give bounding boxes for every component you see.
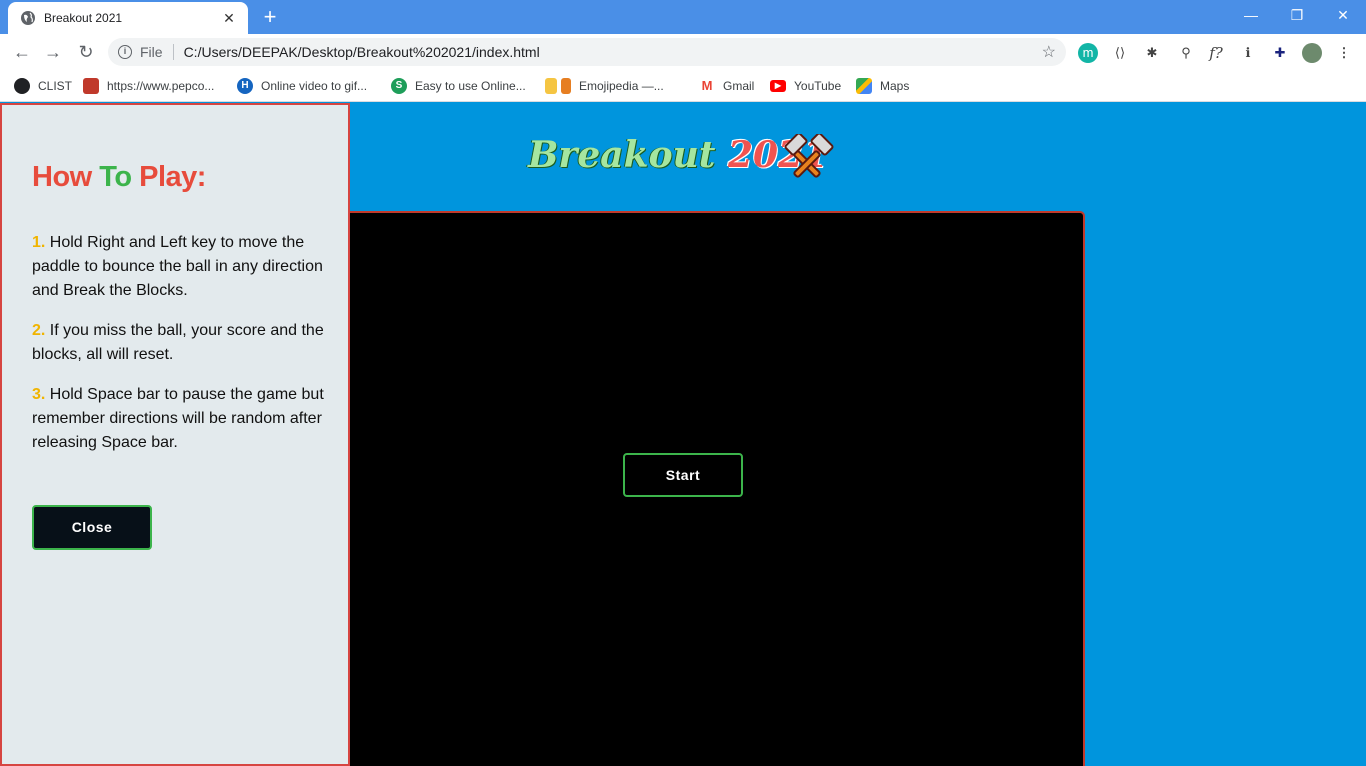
rule-number: 1. (32, 234, 46, 251)
reload-button[interactable]: ↻ (73, 40, 99, 64)
pepco-icon (83, 78, 99, 94)
bookmark-item[interactable]: https://www.pepco... (83, 77, 214, 95)
address-bar[interactable]: i File C:/Users/DEEPAK/Desktop/Breakout%… (108, 38, 1066, 66)
bookmark-item[interactable]: CLIST (14, 77, 72, 95)
extension-code-icon[interactable]: ⟨⟩ (1110, 43, 1130, 63)
profile-avatar[interactable] (1302, 43, 1322, 63)
rule-text: If you miss the ball, your score and the… (32, 322, 324, 363)
rule-item: 1. Hold Right and Left key to move the p… (32, 231, 324, 303)
window-close-button[interactable]: ✕ (1320, 0, 1366, 30)
rules-panel: How To Play: 1. Hold Right and Left key … (0, 103, 350, 766)
tab-close-icon[interactable]: ✕ (220, 10, 238, 27)
extension-eyedropper-icon[interactable]: ⚲ (1176, 43, 1196, 63)
bookmark-star-icon[interactable]: ☆ (1042, 42, 1056, 62)
bookmark-label: Maps (880, 79, 910, 93)
bookmark-item[interactable]: Emojipedia —... (545, 77, 664, 95)
rules-heading-word: How (32, 161, 92, 193)
bookmark-item[interactable]: ▶ YouTube (770, 77, 841, 95)
rule-number: 2. (32, 322, 46, 339)
bookmark-label: CLIST (38, 79, 73, 93)
start-button[interactable]: Start (623, 453, 743, 497)
back-button[interactable]: ← (9, 40, 35, 64)
youtube-icon: ▶ (770, 80, 786, 92)
url-text[interactable]: C:/Users/DEEPAK/Desktop/Breakout%202021/… (184, 44, 1042, 60)
rules-heading-word: To (99, 161, 132, 193)
hammers-icon (784, 134, 834, 178)
bookmark-label: https://www.pepco... (107, 79, 215, 93)
restore-button[interactable]: ❐ (1274, 0, 1320, 30)
bookmark-item[interactable]: H Online video to gif... (237, 77, 367, 95)
bookmarks-bar: CLIST https://www.pepco... H Online vide… (0, 70, 1366, 102)
emoji-icon (545, 78, 557, 94)
minimize-button[interactable]: — (1228, 0, 1274, 30)
menu-kebab-icon[interactable]: ⋮ (1334, 43, 1354, 63)
bookmark-label: Online video to gif... (261, 79, 368, 93)
tab-strip: Breakout 2021 ✕ + — ❐ ✕ (0, 0, 1366, 34)
tab-title: Breakout 2021 (44, 11, 123, 25)
rule-item: 2. If you miss the ball, your score and … (32, 319, 324, 367)
globe-icon (14, 78, 30, 94)
bookmark-item[interactable]: S Easy to use Online... (391, 77, 526, 95)
forward-button[interactable]: → (40, 40, 66, 64)
bookmark-item[interactable]: M Gmail (699, 77, 754, 95)
rule-text: Hold Space bar to pause the game but rem… (32, 386, 324, 451)
bookmark-label: Emojipedia —... (579, 79, 664, 93)
close-rules-button[interactable]: Close (32, 505, 152, 550)
s-icon: S (391, 78, 407, 94)
info-icon[interactable]: i (118, 45, 132, 59)
rule-text: Hold Right and Left key to move the padd… (32, 234, 323, 299)
emojipedia-icon (561, 78, 571, 94)
rules-heading-word: Play: (139, 161, 206, 193)
extension-bug-icon[interactable]: ✱ (1142, 43, 1162, 63)
extension-m-icon[interactable]: m (1078, 43, 1098, 63)
bookmark-label: Gmail (723, 79, 755, 93)
rules-heading: How To Play: (32, 161, 206, 194)
bookmark-label: YouTube (794, 79, 842, 93)
extensions-puzzle-icon[interactable]: ✚ (1270, 43, 1290, 63)
browser-tab[interactable]: Breakout 2021 ✕ (8, 2, 248, 34)
scheme-label: File (140, 44, 163, 60)
rule-item: 3. Hold Space bar to pause the game but … (32, 383, 324, 455)
bookmark-item[interactable]: Maps (856, 77, 909, 95)
rule-number: 3. (32, 386, 46, 403)
gmail-icon: M (699, 78, 715, 94)
extension-function-icon[interactable]: f? (1206, 43, 1226, 63)
globe-icon (21, 11, 35, 25)
bookmark-label: Easy to use Online... (415, 79, 526, 93)
game-title-word: Breakout (528, 134, 716, 176)
h-icon: H (237, 78, 253, 94)
new-tab-button[interactable]: + (258, 5, 282, 29)
maps-icon (856, 78, 872, 94)
address-divider (172, 44, 174, 60)
extension-info-icon[interactable]: ℹ (1238, 43, 1258, 63)
browser-toolbar: ← → ↻ i File C:/Users/DEEPAK/Desktop/Bre… (0, 34, 1366, 70)
